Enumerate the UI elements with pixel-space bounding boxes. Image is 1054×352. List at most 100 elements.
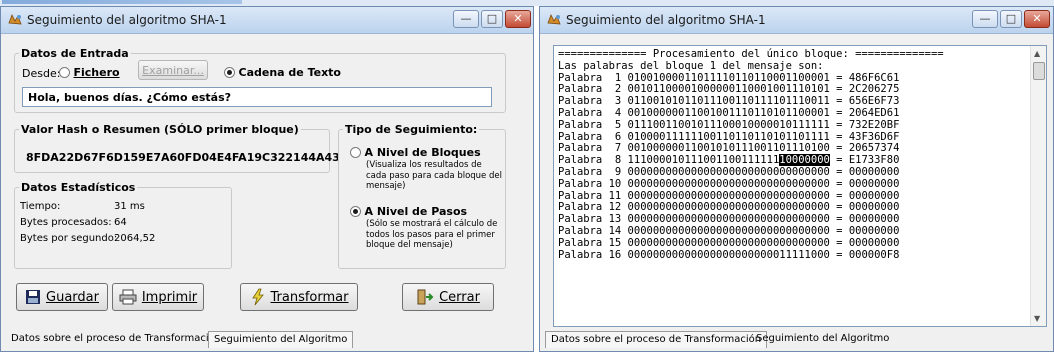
transform-button[interactable]: Transformar — [240, 283, 358, 311]
word-row: Palabra 16 00000000000000000000000011111… — [558, 248, 900, 261]
word-label: Palabra 2 — [558, 83, 622, 96]
blocks-radio-circle[interactable] — [350, 147, 361, 158]
minimize-button[interactable]: — — [972, 10, 998, 28]
source-label: Desde: — [22, 67, 61, 80]
word-bits: 01000011111100110110110101101111 — [627, 130, 830, 143]
text-radio[interactable]: Cadena de Texto — [224, 66, 341, 79]
file-radio[interactable]: Fichero — [59, 66, 120, 79]
statistics-legend: Datos Estadísticos — [21, 181, 136, 194]
blocks-radio[interactable]: A Nivel de Bloques — [350, 146, 481, 159]
word-bits: 00000000000000000000000000000000 — [627, 213, 830, 226]
stat-value-time: 31 ms — [114, 201, 145, 212]
maximize-button[interactable]: □ — [1000, 10, 1022, 28]
word-bits-selection[interactable]: 10000000 — [779, 154, 830, 167]
word-label: Palabra 12 — [558, 201, 622, 214]
word-bits: 00100000011001010111001101110100 — [627, 142, 830, 155]
word-hex: 732E20BF — [848, 118, 900, 131]
word-label: Palabra 4 — [558, 106, 622, 119]
tab-transformation-data[interactable]: Datos sobre el proceso de Transformación — [6, 331, 226, 348]
word-label: Palabra 13 — [558, 213, 622, 226]
tab-algorithm-tracking[interactable]: Seguimiento del Algoritmo — [208, 331, 354, 348]
input-text-field[interactable]: Hola, buenos días. ¿Cómo estás? — [22, 87, 492, 107]
word-bits: 01110011001011100010000010111111 — [627, 118, 830, 131]
word-bits: 00000000000000000000000000000000 — [627, 177, 830, 190]
word-hex: E1733F80 — [848, 154, 900, 167]
word-label: Palabra 10 — [558, 177, 622, 190]
text-radio-label: Cadena de Texto — [238, 66, 342, 79]
input-data-legend: Datos de Entrada — [21, 47, 129, 60]
steps-radio-circle[interactable] — [350, 206, 361, 217]
word-label: Palabra 6 — [558, 130, 622, 143]
trace-listbox[interactable]: ============== Procesamiento del único b… — [553, 45, 1047, 327]
exit-door-icon — [417, 289, 434, 305]
stat-value-bytes: 64 — [114, 217, 127, 228]
stat-label-rate: Bytes por segundo: — [20, 233, 118, 244]
word-bits: 00100000011001001110110101100001 — [627, 106, 830, 119]
word-hex: 00000000 — [848, 236, 900, 249]
file-radio-circle[interactable] — [59, 67, 70, 78]
word-hex: 00000000 — [848, 224, 900, 237]
scroll-thumb[interactable] — [1033, 62, 1045, 80]
word-bits: 00000000000000000000000000000000 — [627, 201, 830, 214]
maximize-button[interactable]: □ — [481, 10, 503, 28]
app-icon — [547, 14, 561, 25]
word-hex: 2C206275 — [848, 83, 900, 96]
word-bits: 00000000000000000000000000000000 — [627, 165, 830, 178]
transformation-window: Seguimiento del algoritmo SHA-1 — □ ✕ Da… — [0, 6, 534, 352]
scroll-up-arrow[interactable]: ▲ — [1034, 49, 1040, 58]
word-hex: 00000000 — [848, 177, 900, 190]
word-label: Palabra 14 — [558, 224, 622, 237]
word-hex: 20657374 — [848, 142, 900, 155]
word-label: Palabra 7 — [558, 142, 622, 155]
close-button[interactable]: ✕ — [505, 10, 531, 28]
tab-strip: Datos sobre el proceso de Transformación… — [4, 328, 530, 348]
title-bar[interactable]: Seguimiento del algoritmo SHA-1 — □ ✕ — [540, 7, 1053, 34]
blocks-radio-label: A Nivel de Bloques — [364, 146, 481, 159]
floppy-icon — [26, 290, 41, 304]
close-button[interactable]: ✕ — [1024, 10, 1050, 28]
window-title: Seguimiento del algoritmo SHA-1 — [566, 13, 766, 27]
tracking-window: Seguimiento del algoritmo SHA-1 — □ ✕ ==… — [539, 6, 1054, 352]
minimize-button[interactable]: — — [453, 10, 479, 28]
stat-label-time: Tiempo: — [20, 201, 61, 212]
word-bits: 01001000011011110110110001100001 — [627, 71, 830, 84]
vertical-scrollbar[interactable]: ▲ ▼ — [1030, 46, 1046, 326]
tab-strip: Datos sobre el proceso de Transformación… — [543, 328, 1050, 348]
tab-algorithm-tracking[interactable]: Seguimiento del Algoritmo — [751, 331, 894, 348]
word-label: Palabra 8 — [558, 154, 622, 167]
tab-transformation-data[interactable]: Datos sobre el proceso de Transformación — [545, 331, 768, 348]
word-label: Palabra 5 — [558, 118, 622, 131]
word-hex: 00000000 — [848, 165, 900, 178]
exit-button[interactable]: Cerrar — [402, 283, 494, 311]
hash-value: 8FDA22D67F6D159E7A60FD04E4FA19C322144A43 — [26, 151, 340, 164]
title-bar[interactable]: Seguimiento del algoritmo SHA-1 — □ ✕ — [1, 7, 533, 34]
steps-description: (Sólo se mostrará el cálculo de todos lo… — [366, 219, 498, 250]
word-hex: 00000000 — [848, 213, 900, 226]
browse-button[interactable]: Examinar... — [138, 60, 208, 80]
word-hex: 486F6C61 — [848, 71, 900, 84]
blocks-description: (Visualiza los resultados de cada paso p… — [366, 160, 502, 191]
word-label: Palabra 16 — [558, 248, 622, 261]
word-bits: 00000000000000000000000000000000 — [627, 189, 830, 202]
steps-radio[interactable]: A Nivel de Pasos — [350, 205, 467, 218]
word-hex: 656E6F73 — [848, 95, 900, 108]
text-radio-circle[interactable] — [224, 67, 235, 78]
hash-legend: Valor Hash o Resumen (SÓLO primer bloque… — [21, 123, 299, 136]
printer-icon — [119, 289, 137, 305]
word-label: Palabra 1 — [558, 71, 622, 84]
stat-value-rate: 2064,52 — [114, 233, 156, 244]
stat-label-bytes: Bytes procesados: — [20, 217, 112, 228]
app-icon — [8, 14, 22, 25]
word-label: Palabra 11 — [558, 189, 622, 202]
word-label: Palabra 15 — [558, 236, 622, 249]
save-button[interactable]: Guardar — [16, 283, 108, 311]
word-hex: 00000000 — [848, 189, 900, 202]
word-bits: 00000000000000000000000000000000 — [627, 224, 830, 237]
word-label: Palabra 9 — [558, 165, 622, 178]
word-hex: 43F36D6F — [848, 130, 900, 143]
lightning-icon — [251, 288, 264, 306]
scroll-down-arrow[interactable]: ▼ — [1034, 314, 1040, 323]
print-button[interactable]: Imprimir — [112, 283, 204, 311]
window-title: Seguimiento del algoritmo SHA-1 — [27, 13, 227, 27]
word-hex: 000000F8 — [848, 248, 900, 261]
